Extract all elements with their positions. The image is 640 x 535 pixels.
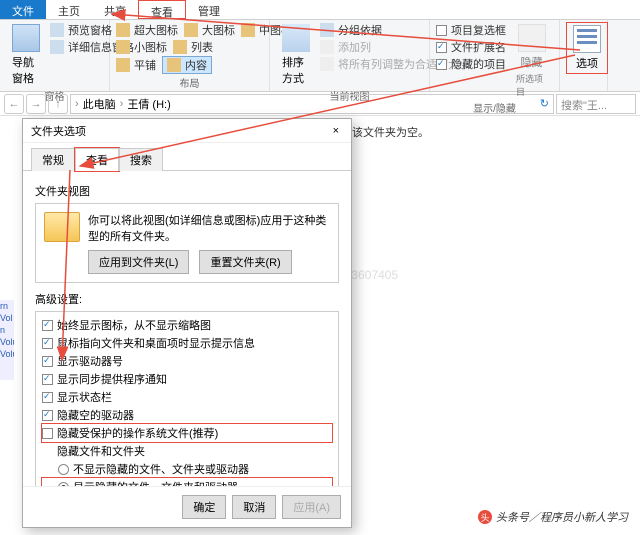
checkbox-icon: [42, 320, 53, 331]
adv-item-label: 不显示隐藏的文件、文件夹或驱动器: [73, 461, 249, 477]
preview-pane-icon: [50, 23, 64, 37]
adv-item-label: 显示驱动器号: [57, 353, 123, 369]
adv-item[interactable]: 不显示隐藏的文件、文件夹或驱动器: [42, 460, 332, 478]
radio-icon: [58, 464, 69, 475]
tab-manage[interactable]: 管理: [186, 0, 232, 19]
adv-item-label: 显示状态栏: [57, 389, 112, 405]
adv-item[interactable]: 隐藏受保护的操作系统文件(推荐): [42, 424, 332, 442]
checkbox-icon: [42, 338, 53, 349]
sort-icon: [282, 24, 310, 52]
layout-small[interactable]: 小图标: [116, 39, 167, 55]
nav-back[interactable]: ←: [4, 94, 24, 114]
checkbox-icon: [436, 25, 447, 36]
nav-forward[interactable]: →: [26, 94, 46, 114]
adv-item-label: 隐藏空的驱动器: [57, 407, 134, 423]
hide-icon: [518, 24, 546, 52]
nav-pane-button[interactable]: 导航窗格: [6, 22, 46, 88]
dlg-tab-view[interactable]: 查看: [75, 148, 119, 171]
nav-pane-label: 导航窗格: [12, 54, 40, 86]
folder-views-header: 文件夹视图: [35, 183, 339, 199]
adv-item[interactable]: 显示同步提供程序通知: [42, 370, 332, 388]
list-icon: [173, 40, 187, 54]
apply-button[interactable]: 应用(A): [282, 495, 341, 519]
layout-list[interactable]: 列表: [173, 39, 213, 55]
adv-item[interactable]: 显示隐藏的文件、文件夹和驱动器: [42, 478, 332, 486]
breadcrumb[interactable]: › 此电脑 › 王倩 (H:) ↻: [70, 94, 554, 114]
hidden-items[interactable]: 隐藏的项目: [436, 56, 506, 72]
tiles-icon: [116, 58, 130, 72]
xl-icon: [116, 23, 130, 37]
folder-views-desc: 你可以将此视图(如详细信息或图标)应用于这种类型的所有文件夹。: [88, 212, 330, 244]
search-input[interactable]: 搜索"王...: [556, 94, 636, 114]
checkbox-icon: [42, 428, 53, 439]
apply-to-folders-button[interactable]: 应用到文件夹(L): [88, 250, 189, 274]
m-icon: [241, 23, 255, 37]
layout-content[interactable]: 内容: [162, 56, 212, 74]
ribbon-tabstrip: 文件 主页 共享 查看 管理: [0, 0, 640, 20]
ok-button[interactable]: 确定: [182, 495, 226, 519]
adv-item-label: 鼠标指向文件夹和桌面项时显示提示信息: [57, 335, 255, 351]
cropped-drive-labels: rn Vol n Volur Volum: [0, 300, 14, 380]
options-button[interactable]: 选项: [566, 22, 608, 74]
sizecol-icon: [320, 57, 334, 71]
layout-large[interactable]: 大图标: [184, 22, 235, 38]
hide-selected-button[interactable]: 隐藏 所选项目: [510, 22, 553, 100]
details-pane-icon: [50, 40, 64, 54]
reset-folders-button[interactable]: 重置文件夹(R): [199, 250, 291, 274]
checkbox-icon: [42, 356, 53, 367]
empty-folder-text: 该文件夹为空。: [352, 124, 628, 140]
advanced-header: 高级设置:: [35, 291, 339, 307]
adv-item-label: 显示隐藏的文件、文件夹和驱动器: [73, 479, 238, 486]
breadcrumb-drive[interactable]: 王倩 (H:): [127, 96, 170, 112]
checkbox-icon: [436, 42, 447, 53]
adv-item-label: 显示同步提供程序通知: [57, 371, 167, 387]
group-icon: [320, 23, 334, 37]
folder-options-dialog: 文件夹选项 × 常规 查看 搜索 文件夹视图 你可以将此视图(如详细信息或图标)…: [22, 118, 352, 528]
nav-up[interactable]: ↑: [48, 94, 68, 114]
checkbox-icon: [42, 392, 53, 403]
adv-item[interactable]: 始终显示图标，从不显示缩略图: [42, 316, 332, 334]
footer-brand: 头 头条号／程序员小新人学习: [478, 509, 628, 525]
layout-extra-large[interactable]: 超大图标: [116, 22, 178, 38]
file-extensions[interactable]: 文件扩展名: [436, 39, 506, 55]
folder-icon: [44, 212, 80, 242]
brand-icon: 头: [478, 510, 492, 524]
radio-icon: [58, 482, 69, 487]
adv-item[interactable]: 隐藏空的驱动器: [42, 406, 332, 424]
checkbox-icon: [436, 59, 447, 70]
checkbox-icon: [42, 374, 53, 385]
sort-button[interactable]: 排序方式: [276, 22, 316, 88]
tab-share[interactable]: 共享: [92, 0, 138, 19]
dlg-tab-search[interactable]: 搜索: [119, 148, 163, 171]
tab-view[interactable]: 查看: [138, 0, 186, 19]
layout-tiles[interactable]: 平铺: [116, 56, 156, 74]
options-icon: [573, 25, 601, 53]
adv-item-label: 隐藏受保护的操作系统文件(推荐): [57, 425, 218, 441]
advanced-settings-list[interactable]: 始终显示图标，从不显示缩略图鼠标指向文件夹和桌面项时显示提示信息显示驱动器号显示…: [35, 311, 339, 486]
item-checkboxes[interactable]: 项目复选框: [436, 22, 506, 38]
checkbox-icon: [42, 410, 53, 421]
dialog-title: 文件夹选项: [31, 123, 86, 139]
adv-item[interactable]: 隐藏文件和文件夹: [42, 442, 332, 460]
dlg-tab-general[interactable]: 常规: [31, 148, 75, 171]
group-layout-label: 布局: [116, 75, 263, 89]
adv-item-label: 始终显示图标，从不显示缩略图: [57, 317, 211, 333]
cancel-button[interactable]: 取消: [232, 495, 276, 519]
s-icon: [116, 40, 130, 54]
adv-item[interactable]: 显示驱动器号: [42, 352, 332, 370]
addcol-icon: [320, 40, 334, 54]
adv-item[interactable]: 显示状态栏: [42, 388, 332, 406]
adv-item-label: 隐藏文件和文件夹: [57, 443, 145, 459]
ribbon-body: 导航窗格 预览窗格 详细信息窗格 窗格 超大图标 大图标 中图标 小图标 列表: [0, 20, 640, 92]
nav-pane-icon: [12, 24, 40, 52]
breadcrumb-thispc[interactable]: 此电脑: [83, 96, 116, 112]
tab-home[interactable]: 主页: [46, 0, 92, 19]
tab-file[interactable]: 文件: [0, 0, 46, 19]
content-icon: [167, 58, 181, 72]
dialog-close[interactable]: ×: [329, 125, 343, 137]
l-icon: [184, 23, 198, 37]
adv-item[interactable]: 鼠标指向文件夹和桌面项时显示提示信息: [42, 334, 332, 352]
